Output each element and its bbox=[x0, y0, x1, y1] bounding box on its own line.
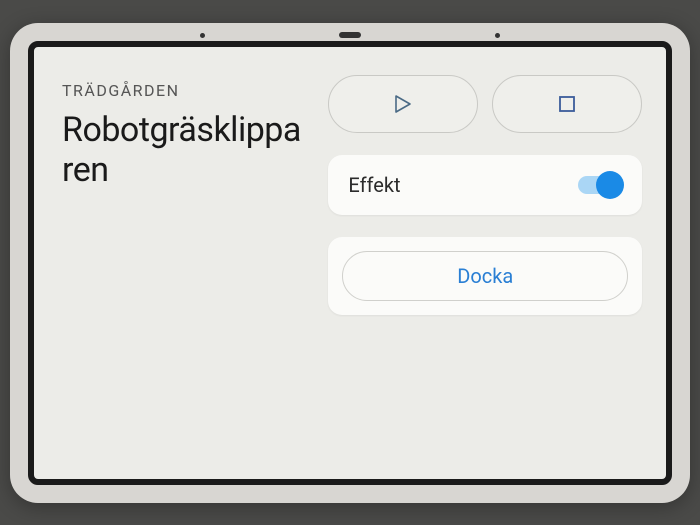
power-toggle[interactable] bbox=[578, 176, 622, 194]
controls-column: Effekt Docka bbox=[328, 75, 642, 455]
stop-button[interactable] bbox=[492, 75, 642, 133]
power-card: Effekt bbox=[328, 155, 642, 215]
dock-button-label: Docka bbox=[457, 264, 513, 288]
dock-card: Docka bbox=[328, 237, 642, 315]
power-label: Effekt bbox=[348, 173, 400, 197]
speaker-hole-right bbox=[495, 33, 500, 38]
device-title: Robotgräsklipparen bbox=[62, 110, 308, 190]
speaker-hole-left bbox=[200, 33, 205, 38]
dock-button[interactable]: Docka bbox=[342, 251, 628, 301]
room-label: TRÄDGÅRDEN bbox=[62, 81, 308, 100]
stop-icon bbox=[559, 96, 575, 112]
device-frame: TRÄDGÅRDEN Robotgräsklipparen Effekt bbox=[10, 23, 690, 503]
screen: TRÄDGÅRDEN Robotgräsklipparen Effekt bbox=[28, 41, 672, 485]
play-icon bbox=[394, 94, 412, 114]
title-column: TRÄDGÅRDEN Robotgräsklipparen bbox=[62, 75, 308, 455]
playback-row bbox=[328, 75, 642, 133]
play-button[interactable] bbox=[328, 75, 478, 133]
camera-slot bbox=[339, 32, 361, 38]
toggle-knob bbox=[596, 171, 624, 199]
